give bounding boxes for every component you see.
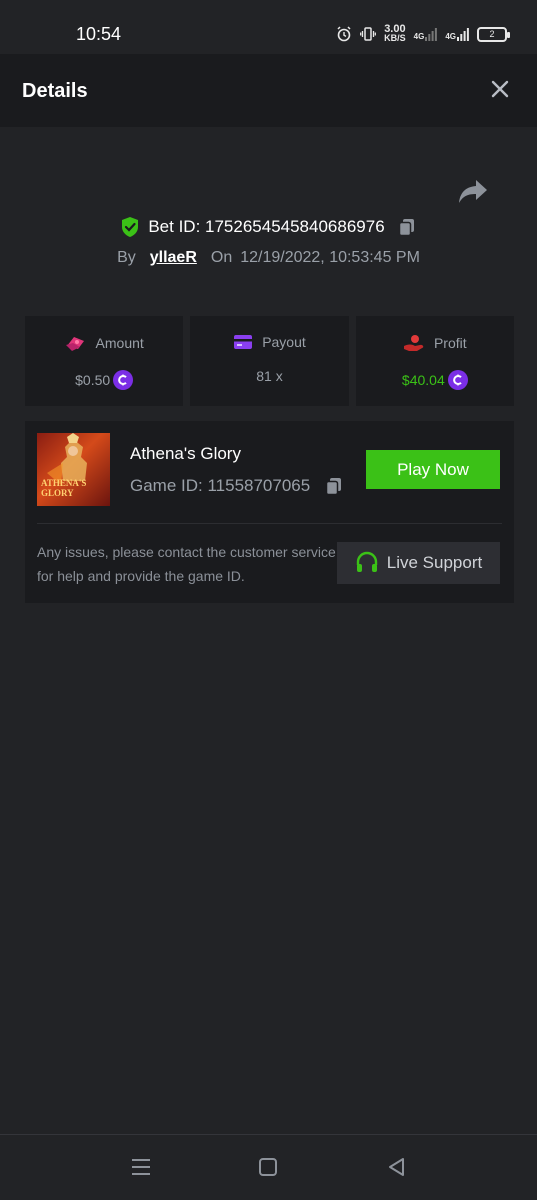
support-info-text: Any issues, please contact the customer … [37, 544, 336, 584]
copy-icon[interactable] [324, 476, 344, 496]
system-nav-bar [0, 1134, 537, 1200]
stat-profit: Profit $40.04 [355, 316, 514, 406]
divider [37, 523, 502, 524]
signal-icon [425, 28, 438, 41]
net-speed: 3.00 KB/S [384, 23, 406, 43]
signal-icon [457, 28, 469, 41]
status-bar: 10:54 3.00 KB/S 4G 4G 2 [0, 0, 537, 54]
headset-icon [356, 551, 377, 572]
play-now-button[interactable]: Play Now [366, 450, 500, 489]
bet-meta-line: By yllaeR On 12/19/2022, 10:53:45 PM [0, 249, 537, 267]
details-header: Details [0, 54, 537, 127]
live-support-label: Live Support [386, 553, 483, 572]
stat-label: Profit [433, 335, 467, 351]
share-icon[interactable] [458, 178, 488, 204]
shield-check-icon [122, 217, 139, 237]
alarm-icon [337, 26, 351, 42]
game-thumbnail[interactable]: ATHENA'S GLORY [37, 433, 110, 506]
profit-icon [403, 335, 424, 351]
copy-icon[interactable] [397, 217, 417, 237]
bet-id: Bet ID: 1752654545840686976 [148, 217, 385, 236]
stat-label: Payout [262, 334, 306, 350]
game-id-line: Game ID: 11558707065 [130, 476, 344, 496]
stat-payout: Payout 81 x [190, 316, 349, 406]
page-title: Details [22, 80, 88, 102]
by-label: By [117, 249, 136, 266]
stat-value: $0.50 [75, 372, 111, 388]
coin-icon [447, 370, 468, 390]
bet-id-line: Bet ID: 1752654545840686976 [0, 216, 537, 238]
bet-stats: Amount $0.50 Payout 81 x Profit $40.04 [25, 316, 514, 406]
bet-date: 12/19/2022, 10:53:45 PM [240, 249, 420, 266]
coin-icon [113, 370, 134, 390]
stat-amount: Amount $0.50 [25, 316, 184, 406]
bettor-username[interactable]: yllaeR [150, 249, 197, 267]
amount-icon [65, 337, 84, 351]
back-icon[interactable] [385, 1155, 409, 1179]
stat-label: Amount [95, 335, 144, 351]
status-time: 10:54 [76, 24, 122, 44]
live-support-button[interactable]: Live Support [337, 542, 500, 584]
close-icon[interactable] [489, 78, 511, 100]
network-label: 4G [445, 32, 456, 41]
signal-2: 4G [445, 27, 469, 41]
stat-value: $40.04 [401, 372, 445, 388]
game-id: Game ID: 11558707065 [130, 476, 311, 495]
game-name: Athena's Glory [130, 444, 241, 463]
menu-icon[interactable] [129, 1155, 153, 1179]
home-icon[interactable] [256, 1155, 280, 1179]
stat-value: 81 x [256, 368, 283, 384]
battery-icon: 2 [477, 26, 510, 42]
on-label: On [210, 249, 233, 266]
game-card: ATHENA'S GLORY Athena's Glory Game ID: 11… [25, 421, 514, 603]
vibrate-icon [360, 27, 377, 41]
card-icon [234, 335, 253, 349]
status-icons: 3.00 KB/S 4G 4G 2 [336, 22, 510, 46]
network-label: 4G [413, 32, 425, 41]
thumbnail-title: ATHENA'S GLORY [41, 478, 87, 498]
signal-1: 4G [414, 27, 438, 41]
